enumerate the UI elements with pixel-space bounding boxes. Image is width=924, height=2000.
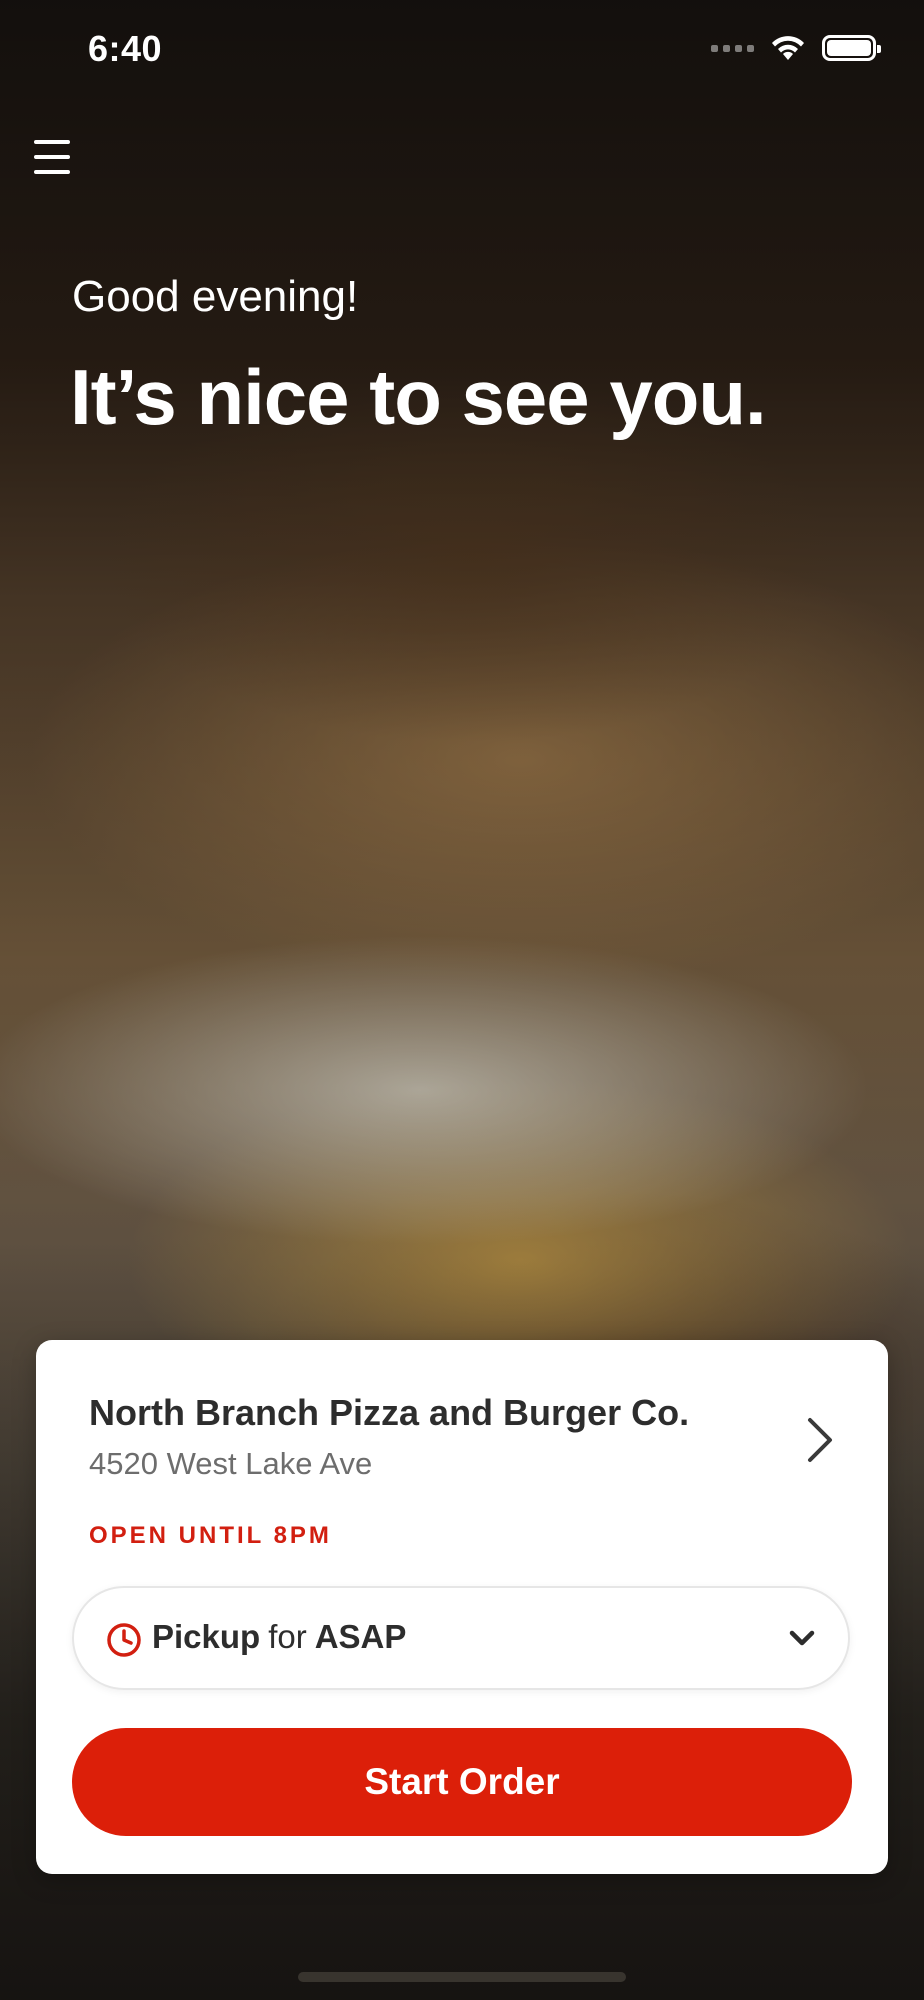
store-card: North Branch Pizza and Burger Co. 4520 W…	[36, 1340, 888, 1874]
order-mode: Pickup	[152, 1618, 261, 1655]
status-bar: 6:40	[0, 0, 924, 100]
chevron-down-icon	[789, 1630, 815, 1646]
chevron-right-icon[interactable]	[796, 1410, 844, 1470]
store-hours-status: OPEN UNTIL 8PM	[89, 1522, 332, 1549]
greeting-text: Good evening!	[72, 272, 359, 321]
clock-icon	[107, 1623, 141, 1657]
home-indicator[interactable]	[298, 1972, 626, 1982]
status-icons	[711, 34, 881, 62]
order-summary: Pickup for ASAP	[152, 1618, 406, 1656]
start-order-button[interactable]: Start Order	[72, 1728, 852, 1836]
store-address[interactable]: 4520 West Lake Ave	[89, 1446, 372, 1482]
store-name[interactable]: North Branch Pizza and Burger Co.	[89, 1392, 689, 1434]
signal-icon	[711, 44, 754, 52]
status-time: 6:40	[88, 28, 163, 69]
order-time: ASAP	[314, 1618, 407, 1655]
battery-level	[827, 40, 871, 56]
app-screen: 6:40 Good evening! It’s nice to see you.…	[0, 0, 924, 2000]
battery-icon	[822, 35, 881, 61]
hamburger-menu-icon[interactable]	[34, 140, 74, 174]
headline-text: It’s nice to see you.	[70, 353, 767, 441]
wifi-icon	[772, 36, 804, 60]
order-type-selector[interactable]: Pickup for ASAP	[72, 1586, 850, 1690]
order-connector: for	[268, 1618, 307, 1655]
